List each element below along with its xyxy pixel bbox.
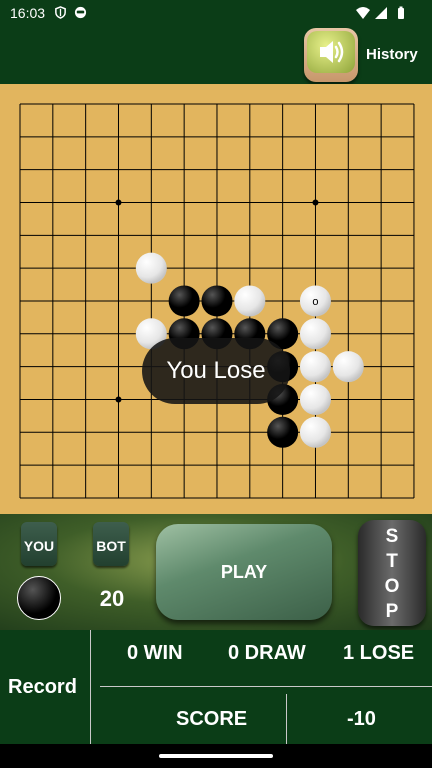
battery-icon [398,6,404,19]
you-label: YOU [21,522,57,566]
record-label: Record [8,676,77,698]
sound-button[interactable] [304,28,358,82]
star-point [115,199,122,206]
stop-letter: P [385,601,399,622]
score-label: SCORE [176,708,248,730]
stop-letter: O [384,576,400,597]
white-stone [299,416,331,448]
draw-count: 0 DRAW [228,642,306,664]
divider [100,686,432,687]
control-panel: YOU BOT 20 PLAY S T O P [0,514,432,630]
white-stone [299,351,331,383]
star-point [312,199,319,206]
bot-label: BOT [93,522,129,566]
last-move-marker: o [312,296,318,308]
white-stone [299,318,331,350]
nav-bar [0,744,432,768]
player-stone-indicator[interactable] [17,576,61,620]
app-header: History [0,26,432,84]
bot-level-value[interactable]: 20 [92,586,132,612]
signal-icon [375,7,387,19]
face-icon [74,6,87,19]
white-stone [135,252,167,284]
play-button[interactable]: PLAY [156,524,332,620]
wifi-icon [356,7,370,19]
divider [286,694,287,744]
stop-letter: S [385,526,399,547]
status-time: 16:03 [10,5,46,21]
win-count: 0 WIN [127,642,183,664]
score-value: -10 [347,708,376,730]
history-button[interactable]: History [366,46,418,63]
white-stone [332,351,364,383]
white-stone [234,285,266,317]
divider [90,630,91,744]
black-stone [201,285,233,317]
result-toast: You Lose [142,338,290,404]
stop-letter: T [386,551,398,572]
stop-button[interactable]: S T O P [358,520,426,626]
lose-count: 1 LOSE [343,642,415,664]
game-board[interactable]: o [0,84,432,514]
home-handle[interactable] [159,754,273,758]
record-table: Record 0 WIN 0 DRAW 1 LOSE SCORE -10 [0,630,432,744]
star-point [115,396,122,403]
status-bar: 16:03 [0,0,432,26]
white-stone [299,383,331,415]
black-stone [168,285,200,317]
speaker-icon [320,41,344,63]
board-grid[interactable]: o [0,84,432,514]
shield-icon [55,6,66,19]
black-stone [267,416,299,448]
